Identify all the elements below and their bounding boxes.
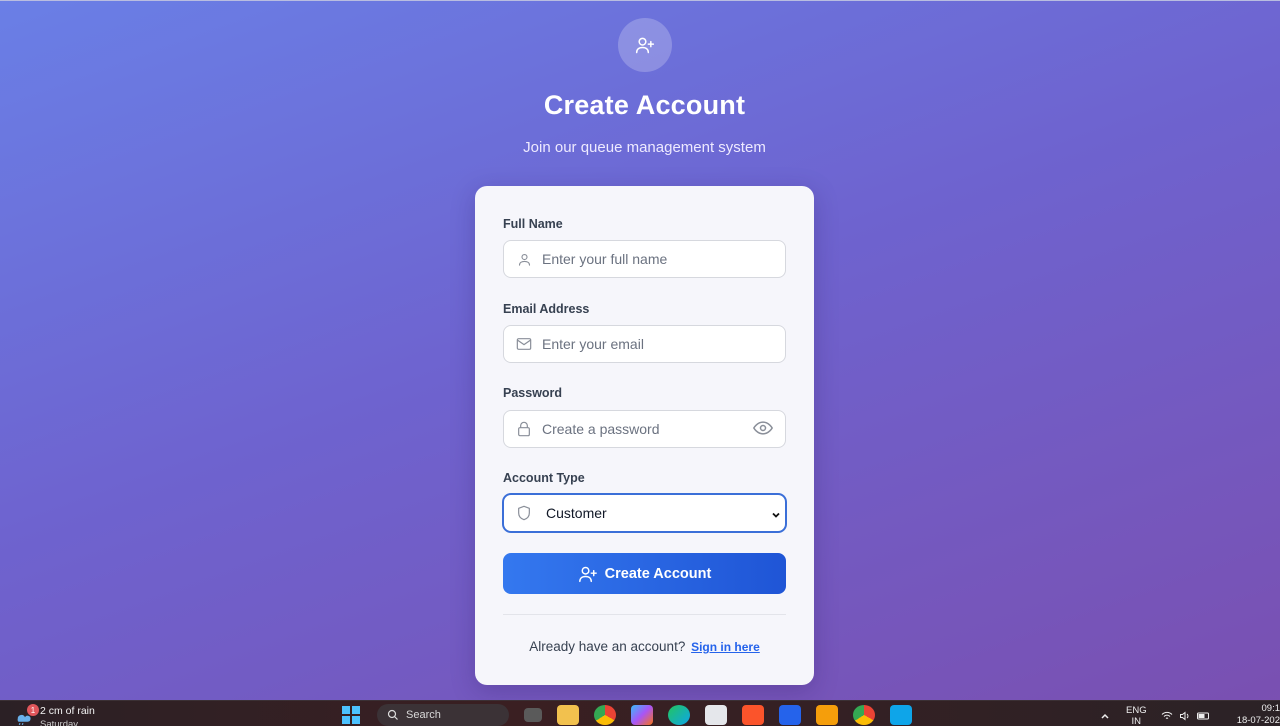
email-label: Email Address [503, 302, 590, 316]
store-icon[interactable] [705, 705, 727, 725]
mail-icon [506, 337, 542, 351]
signin-prompt: Already have an account? [529, 639, 686, 654]
user-plus-icon [578, 566, 597, 582]
password-placeholder: Create a password [542, 421, 660, 437]
chrome-active-icon[interactable] [853, 705, 875, 725]
create-account-button[interactable]: Create Account [503, 553, 786, 594]
weather-widget[interactable]: 1 2 cm of rain Saturday [14, 704, 95, 726]
lock-icon [506, 421, 542, 437]
full-name-placeholder: Enter your full name [542, 251, 668, 267]
top-border [0, 0, 1280, 1]
copilot-icon[interactable] [631, 705, 653, 725]
page-title: Create Account [543, 90, 746, 120]
signup-card: Full Name Enter your full name Email Add… [475, 186, 814, 685]
page-subtitle: Join our queue management system [523, 139, 766, 156]
email-field[interactable]: Enter your email [503, 325, 786, 363]
shield-icon [506, 505, 542, 521]
language-indicator[interactable]: ENG IN [1126, 705, 1147, 726]
task-view-icon[interactable] [524, 708, 542, 722]
signup-page: Create Account Join our queue management… [0, 0, 1280, 700]
brave-icon[interactable] [742, 705, 764, 725]
divider [503, 614, 786, 615]
weather-badge: 1 [27, 704, 39, 716]
password-label: Password [503, 386, 563, 400]
chevron-down-icon [771, 507, 781, 525]
clock-date: 18-07-202 [1236, 715, 1280, 726]
chevron-up-icon[interactable] [1100, 711, 1110, 721]
user-plus-icon [618, 18, 672, 72]
account-type-label: Account Type [503, 471, 585, 485]
windows-start-icon[interactable] [340, 705, 362, 725]
lang-bottom: IN [1131, 716, 1142, 726]
edge-icon[interactable] [668, 705, 690, 725]
create-account-button-label: Create Account [604, 565, 712, 582]
taskbar-search-label: Search [406, 709, 441, 721]
app-badge-icon[interactable] [816, 705, 838, 725]
wifi-icon[interactable] [1161, 711, 1173, 721]
signin-row: Already have an account? Sign in here [475, 639, 814, 654]
clock[interactable]: 09:1 18-07-202 [1232, 703, 1280, 726]
file-explorer-icon[interactable] [557, 705, 579, 725]
full-name-field[interactable]: Enter your full name [503, 240, 786, 278]
account-type-select[interactable]: Customer [503, 494, 786, 532]
search-icon [387, 709, 398, 720]
clock-time: 09:1 [1261, 703, 1280, 714]
taskbar-apps: Search [340, 704, 927, 726]
account-type-value: Customer [546, 505, 607, 521]
signin-link[interactable]: Sign in here [691, 640, 760, 654]
battery-icon[interactable] [1196, 711, 1211, 721]
weather-sub: Saturday [40, 719, 79, 726]
password-field[interactable]: Create a password [503, 410, 786, 448]
app-icon[interactable] [779, 705, 801, 725]
chrome-icon[interactable] [594, 705, 616, 725]
taskbar-search[interactable]: Search [377, 704, 509, 726]
taskbar: 1 2 cm of rain Saturday Search ENG IN 09… [0, 700, 1280, 726]
email-placeholder: Enter your email [542, 336, 644, 352]
volume-icon[interactable] [1179, 711, 1191, 721]
vscode-icon[interactable] [890, 705, 912, 725]
eye-icon[interactable] [752, 420, 774, 441]
system-tray: ENG IN 09:1 18-07-202 [1100, 703, 1280, 726]
lang-top: ENG [1126, 705, 1147, 716]
user-icon [506, 252, 542, 267]
weather-text: 2 cm of rain [40, 705, 95, 717]
full-name-label: Full Name [503, 217, 563, 231]
